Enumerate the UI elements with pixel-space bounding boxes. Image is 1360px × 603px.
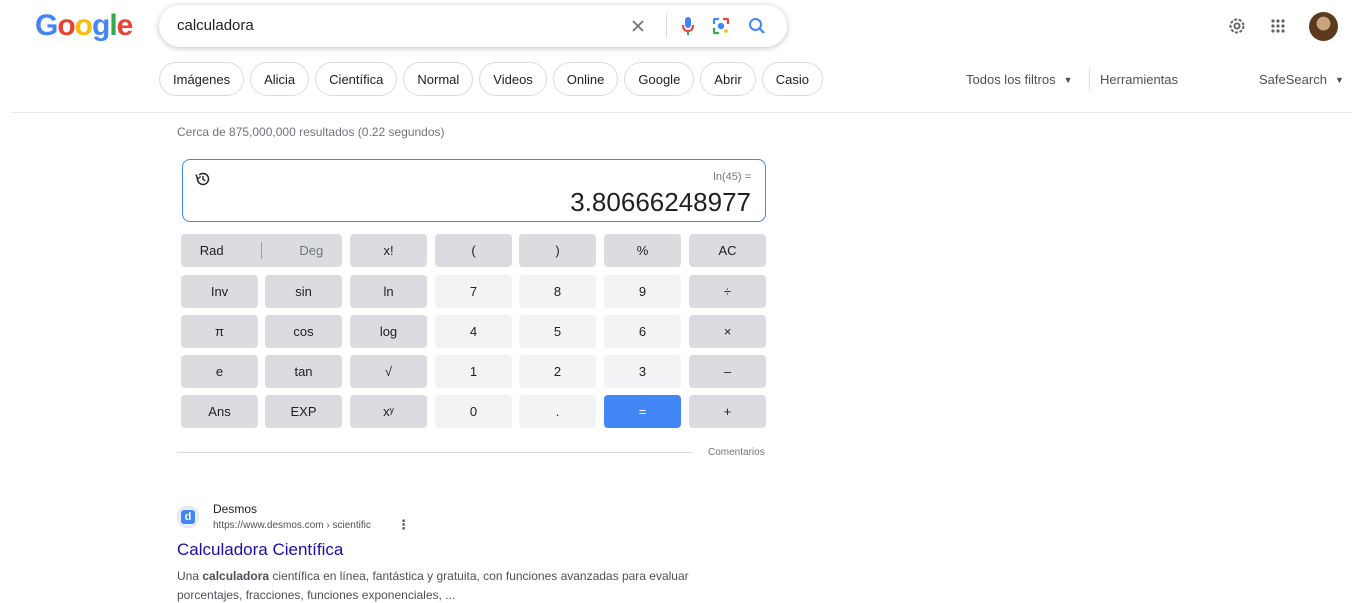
favicon-letter: d xyxy=(181,510,195,524)
header-divider xyxy=(10,112,1352,113)
chip-alicia[interactable]: Alicia xyxy=(250,62,310,96)
equals-key[interactable]: = xyxy=(604,395,681,428)
mic-icon[interactable] xyxy=(674,12,702,40)
more-options-icon[interactable]: ⋮ xyxy=(397,517,410,533)
all-filters-button[interactable]: Todos los filtros ▼ xyxy=(966,72,1073,87)
digit-5-key[interactable]: 5 xyxy=(519,315,596,348)
digit-9-key[interactable]: 9 xyxy=(604,275,681,308)
inv-key[interactable]: Inv xyxy=(181,275,258,308)
calculator-display: ln(45) = 3.80666248977 xyxy=(182,159,766,222)
results-count: Cerca de 875,000,000 resultados (0.22 se… xyxy=(177,125,445,139)
search-icon[interactable] xyxy=(743,12,771,40)
all-filters-label: Todos los filtros xyxy=(966,72,1056,87)
result-snippet: Una calculadora científica en línea, fan… xyxy=(177,567,737,603)
decimal-key[interactable]: . xyxy=(519,395,596,428)
rad-deg-separator xyxy=(260,242,262,259)
digit-3-key[interactable]: 3 xyxy=(604,355,681,388)
feedback-divider xyxy=(177,452,692,453)
add-key[interactable]: + xyxy=(689,395,766,428)
open-paren-key[interactable]: ( xyxy=(435,234,512,267)
tools-divider xyxy=(1089,68,1090,90)
calculator-result: 3.80666248977 xyxy=(570,187,751,217)
multiply-key[interactable]: × xyxy=(689,315,766,348)
snippet-pre: Una xyxy=(177,569,203,583)
rad-deg-toggle[interactable]: Rad Deg xyxy=(181,234,342,267)
digit-1-key[interactable]: 1 xyxy=(435,355,512,388)
ac-key[interactable]: AC xyxy=(689,234,766,267)
filter-chips: Imágenes Alicia Científica Normal Videos… xyxy=(159,62,823,96)
caret-down-icon: ▼ xyxy=(1334,74,1344,85)
tools-label: Herramientas xyxy=(1100,72,1179,87)
chip-cientifica[interactable]: Científica xyxy=(315,62,398,96)
settings-icon[interactable] xyxy=(1223,12,1251,40)
exp-key[interactable]: EXP xyxy=(265,395,342,428)
tan-key[interactable]: tan xyxy=(265,355,342,388)
digit-0-key[interactable]: 0 xyxy=(435,395,512,428)
lens-icon[interactable] xyxy=(707,12,735,40)
search-divider xyxy=(666,14,667,38)
digit-6-key[interactable]: 6 xyxy=(604,315,681,348)
divide-key[interactable]: ÷ xyxy=(689,275,766,308)
desmos-favicon: d xyxy=(177,506,199,528)
avatar[interactable] xyxy=(1309,12,1338,41)
apps-icon[interactable] xyxy=(1264,12,1292,40)
power-key[interactable]: xʸ xyxy=(350,395,427,428)
sqrt-key[interactable]: √ xyxy=(350,355,427,388)
rad-button[interactable]: Rad xyxy=(200,243,224,258)
tools-button[interactable]: Herramientas xyxy=(1100,72,1178,87)
safesearch-label: SafeSearch xyxy=(1259,72,1327,87)
safesearch-button[interactable]: SafeSearch ▼ xyxy=(1259,72,1344,87)
subtract-key[interactable]: – xyxy=(689,355,766,388)
chip-casio[interactable]: Casio xyxy=(761,62,823,96)
digit-4-key[interactable]: 4 xyxy=(435,315,512,348)
digit-2-key[interactable]: 2 xyxy=(519,355,596,388)
ln-key[interactable]: ln xyxy=(350,275,427,308)
google-logo[interactable]: Google xyxy=(35,8,133,44)
result-url[interactable]: https://www.desmos.com › scientific xyxy=(213,520,371,531)
log-key[interactable]: log xyxy=(350,315,427,348)
close-paren-key[interactable]: ) xyxy=(519,234,596,267)
digit-8-key[interactable]: 8 xyxy=(519,275,596,308)
history-icon[interactable] xyxy=(194,170,212,188)
close-icon[interactable] xyxy=(624,12,652,40)
sin-key[interactable]: sin xyxy=(265,275,342,308)
factorial-key[interactable]: x! xyxy=(350,234,427,267)
search-box[interactable]: calculadora xyxy=(159,5,787,47)
result-site-name[interactable]: Desmos xyxy=(213,502,257,516)
chip-normal[interactable]: Normal xyxy=(403,62,474,96)
result-title-link[interactable]: Calculadora Científica xyxy=(177,540,343,560)
chip-imagenes[interactable]: Imágenes xyxy=(159,62,245,96)
pi-key[interactable]: π xyxy=(181,315,258,348)
ans-key[interactable]: Ans xyxy=(181,395,258,428)
cos-key[interactable]: cos xyxy=(265,315,342,348)
chip-videos[interactable]: Videos xyxy=(479,62,547,96)
digit-7-key[interactable]: 7 xyxy=(435,275,512,308)
deg-button[interactable]: Deg xyxy=(299,243,323,258)
chip-google[interactable]: Google xyxy=(624,62,695,96)
caret-down-icon: ▼ xyxy=(1063,74,1073,85)
e-key[interactable]: e xyxy=(181,355,258,388)
calculator-expression: ln(45) = xyxy=(713,171,751,183)
snippet-bold: calculadora xyxy=(202,569,270,583)
percent-key[interactable]: % xyxy=(604,234,681,267)
chip-abrir[interactable]: Abrir xyxy=(700,62,756,96)
search-input[interactable]: calculadora xyxy=(177,17,254,34)
feedback-link[interactable]: Comentarios xyxy=(708,447,765,458)
chip-online[interactable]: Online xyxy=(552,62,619,96)
